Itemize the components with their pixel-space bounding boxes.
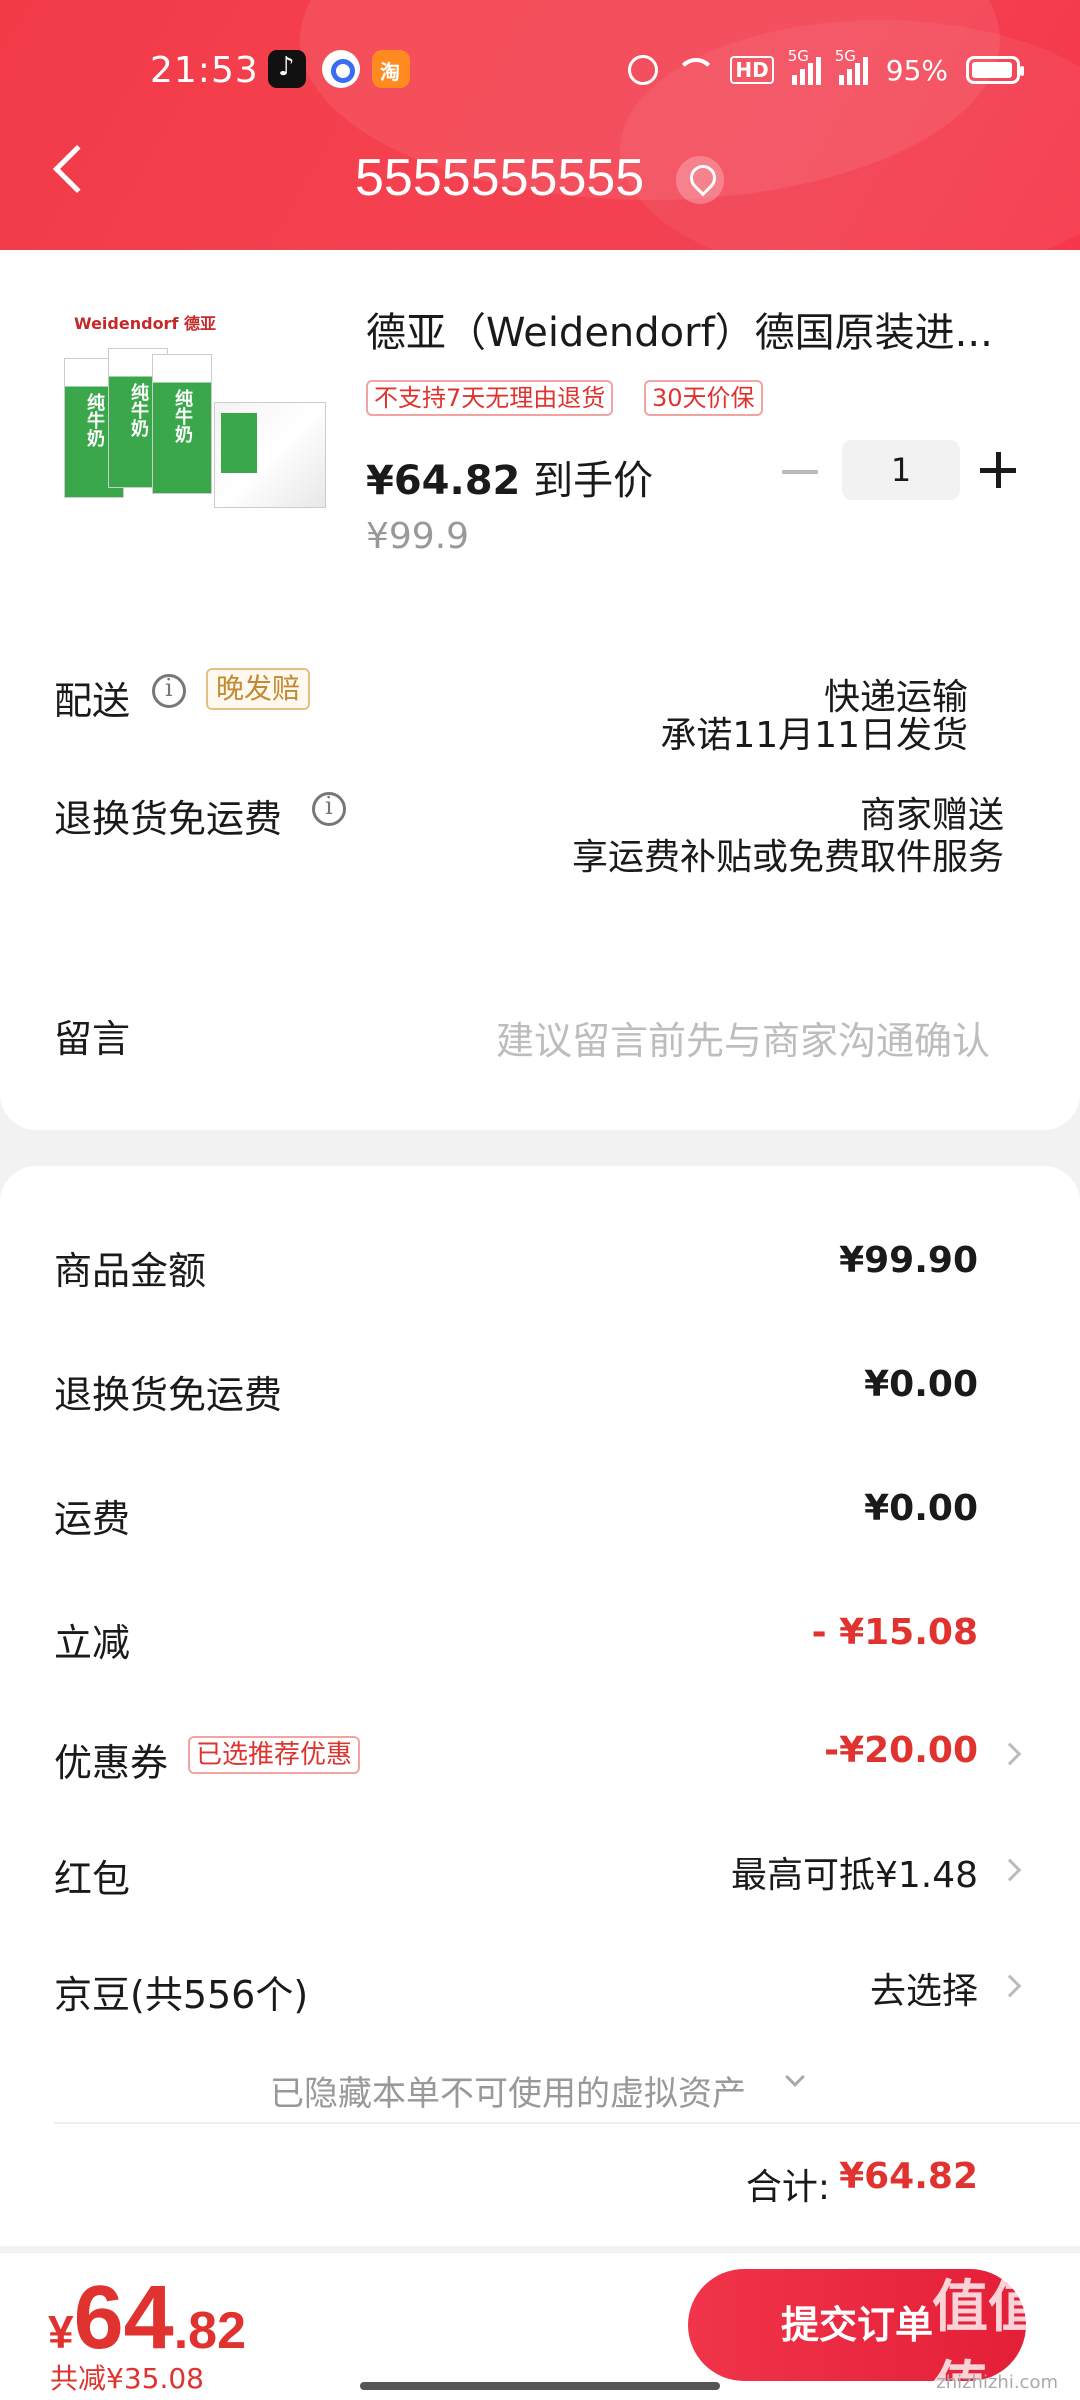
battery-percent: 95% bbox=[885, 53, 948, 87]
return-shipping-desc: 享运费补贴或免费取件服务 bbox=[571, 837, 1004, 878]
brand-logo: Weidendorf 德亚 bbox=[74, 314, 216, 333]
final-price-value: ¥64.82 bbox=[366, 458, 521, 504]
return-fee-value: ¥0.00 bbox=[864, 1364, 978, 1405]
instant-discount-label: 立减 bbox=[54, 1621, 131, 1665]
watermark-site: zhizhizhi.com bbox=[936, 2372, 1058, 2393]
currency-symbol: ¥ bbox=[48, 2306, 74, 2358]
tiktok-icon bbox=[268, 50, 306, 88]
coupon-tag: 已选推荐优惠 bbox=[188, 1736, 361, 1774]
watermark-logo: 值值值 bbox=[932, 2275, 1044, 2400]
coupon-value[interactable]: -¥20.00 bbox=[824, 1730, 978, 1771]
wifi-icon bbox=[676, 56, 717, 84]
return-shipping-label: 退换货免运费 bbox=[54, 797, 283, 841]
delivery-promise[interactable]: 承诺11月11日发货 bbox=[660, 706, 968, 758]
quantity-decrease-button[interactable] bbox=[782, 470, 818, 474]
chevron-right-icon[interactable] bbox=[998, 1974, 1022, 1998]
shipping-label: 运费 bbox=[54, 1497, 131, 1541]
chevron-right-icon[interactable] bbox=[998, 1742, 1022, 1766]
shipping-value: ¥0.00 bbox=[864, 1488, 978, 1529]
message-label: 留言 bbox=[54, 1017, 131, 1061]
taobao-icon bbox=[372, 50, 410, 88]
price-protect-tag: 30天价保 bbox=[644, 380, 763, 416]
browser-icon bbox=[322, 50, 360, 88]
info-icon[interactable] bbox=[152, 674, 186, 708]
delivery-label: 配送 bbox=[54, 679, 131, 723]
signal-label: 5G bbox=[787, 47, 809, 65]
no-return-tag: 不支持7天无理由退货 bbox=[366, 380, 614, 416]
milk-case bbox=[214, 402, 326, 508]
instant-discount-value: - ¥15.08 bbox=[811, 1612, 978, 1653]
product-title[interactable]: 德亚（Weidendorf）德国原装进... bbox=[366, 300, 1006, 358]
signal-icon: 5G bbox=[788, 47, 821, 85]
milk-carton bbox=[152, 354, 212, 494]
goods-amount-value: ¥99.90 bbox=[839, 1240, 978, 1281]
total-saving: 共减¥35.08 bbox=[50, 2362, 204, 2395]
header: 21:53 HD 5G 5G 95% 5555555555 bbox=[0, 0, 1080, 260]
hd-icon: HD bbox=[730, 56, 774, 84]
original-price: ¥99.9 bbox=[366, 516, 470, 557]
signal-label: 5G bbox=[834, 47, 856, 65]
total-label: 合计: bbox=[745, 2167, 830, 2208]
signal-icon: 5G bbox=[835, 47, 868, 85]
goods-amount-label: 商品金额 bbox=[54, 1249, 207, 1293]
status-icons: HD 5G 5G 95% bbox=[628, 44, 1024, 96]
price-decimal: .82 bbox=[173, 2302, 246, 2360]
return-fee-label: 退换货免运费 bbox=[54, 1373, 283, 1417]
quantity-increase-button[interactable] bbox=[980, 452, 1016, 488]
jingdou-select[interactable]: 去选择 bbox=[870, 1962, 978, 2014]
chevron-right-icon[interactable] bbox=[998, 1858, 1022, 1882]
red-packet-value[interactable]: 最高可抵¥1.48 bbox=[731, 1846, 978, 1898]
jingdou-label: 京豆(共556个) bbox=[54, 1973, 309, 2017]
total-value: ¥64.82 bbox=[839, 2156, 978, 2197]
info-icon[interactable] bbox=[312, 792, 346, 826]
quantity-input[interactable]: 1 bbox=[842, 440, 960, 500]
product-image[interactable]: Weidendorf 德亚 bbox=[64, 310, 326, 530]
price-integer: 64 bbox=[73, 2268, 174, 2368]
address-title[interactable]: 5555555555 bbox=[355, 148, 644, 208]
location-icon[interactable] bbox=[676, 156, 724, 204]
final-price-label: 到手价 bbox=[520, 458, 654, 504]
divider bbox=[54, 2122, 1080, 2124]
status-bar: 21:53 HD 5G 5G 95% bbox=[0, 44, 1080, 96]
order-card: Weidendorf 德亚 德亚（Weidendorf）德国原装进... 不支持… bbox=[0, 250, 1080, 1130]
red-packet-label: 红包 bbox=[54, 1857, 131, 1901]
coupon-label: 优惠券 bbox=[54, 1741, 169, 1785]
back-icon[interactable] bbox=[52, 144, 102, 194]
bottom-bar: ¥64.82 共减¥35.08 提交订单 bbox=[0, 2252, 1080, 2400]
hidden-assets-toggle[interactable]: 已隐藏本单不可使用的虚拟资产 bbox=[270, 2066, 746, 2115]
chevron-down-icon[interactable] bbox=[785, 2067, 805, 2087]
late-compensation-badge: 晚发赔 bbox=[206, 668, 311, 710]
alarm-icon bbox=[628, 55, 659, 85]
price-summary-card: 商品金额 ¥99.90 退换货免运费 ¥0.00 运费 ¥0.00 立减 - ¥… bbox=[0, 1166, 1080, 2246]
pay-price: ¥64.82 bbox=[48, 2267, 246, 2370]
final-price: ¥64.82 到手价 bbox=[366, 448, 653, 506]
home-indicator[interactable] bbox=[360, 2382, 720, 2390]
battery-icon bbox=[966, 56, 1024, 84]
message-input[interactable]: 建议留言前先与商家沟通确认 bbox=[496, 1010, 990, 1065]
status-time: 21:53 bbox=[150, 50, 259, 91]
